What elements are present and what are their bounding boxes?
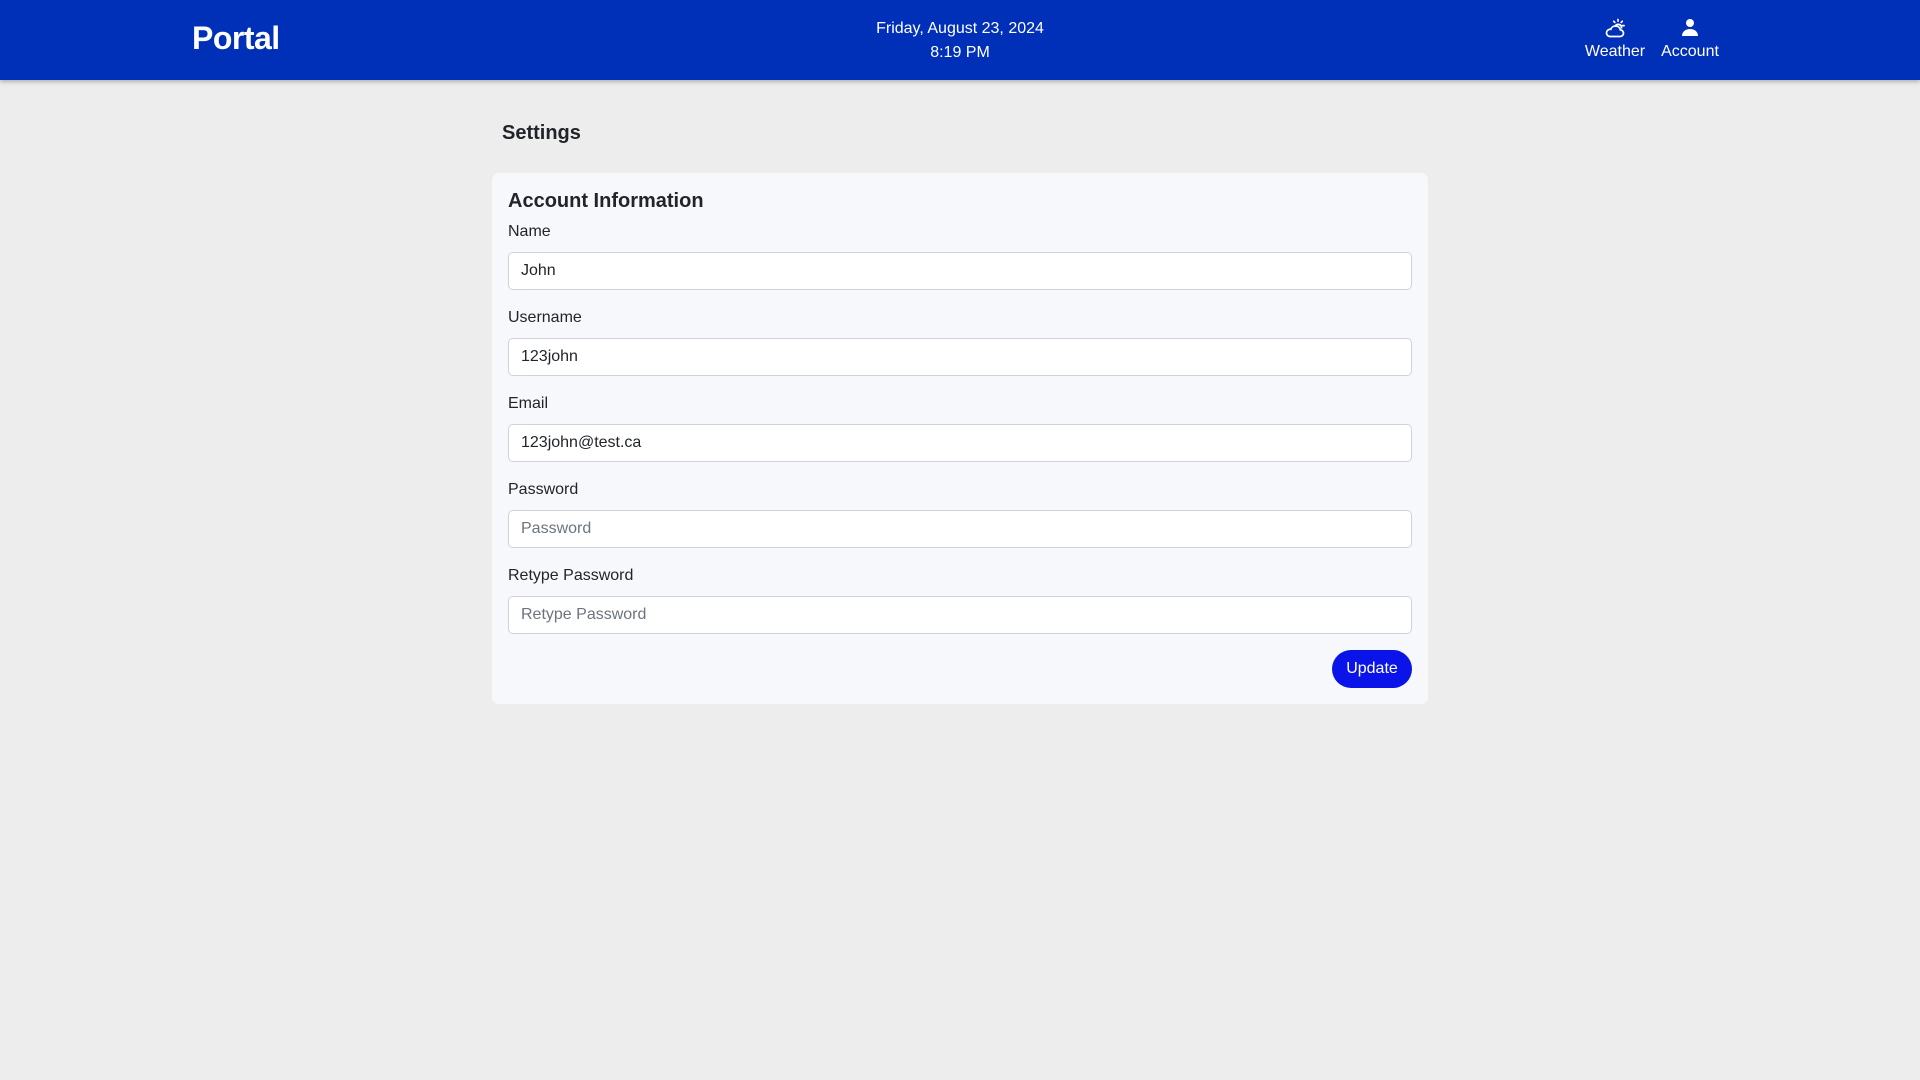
nav-account[interactable]: Account [1650, 16, 1730, 62]
account-information-card: Account Information Name Username Email … [492, 173, 1428, 704]
nav-account-label: Account [1661, 43, 1719, 60]
nav-weather-label: Weather [1584, 43, 1646, 60]
top-navbar: Portal Friday, August 23, 2024 8:19 PM W… [0, 0, 1920, 80]
page-title: Settings [502, 122, 581, 144]
update-button[interactable]: Update [1332, 650, 1412, 688]
password-field[interactable] [508, 510, 1412, 548]
name-field[interactable] [508, 252, 1412, 290]
email-field[interactable] [508, 424, 1412, 462]
name-label: Name [508, 223, 551, 240]
retype-password-label: Retype Password [508, 567, 634, 584]
password-label: Password [508, 481, 579, 498]
account-information-title: Account Information [508, 190, 704, 212]
current-date: Friday, August 23, 2024 [876, 20, 1044, 37]
date-time-display: Friday, August 23, 2024 8:19 PM [760, 17, 1160, 65]
nav-weather[interactable]: Weather [1575, 16, 1655, 62]
email-label: Email [508, 395, 549, 412]
weather-partly-cloudy-icon [1605, 18, 1625, 38]
brand-logo[interactable]: Portal [192, 20, 280, 57]
current-time: 8:19 PM [930, 44, 990, 61]
username-field[interactable] [508, 338, 1412, 376]
username-label: Username [508, 309, 582, 326]
retype-password-field[interactable] [508, 596, 1412, 634]
person-icon [1682, 19, 1698, 36]
